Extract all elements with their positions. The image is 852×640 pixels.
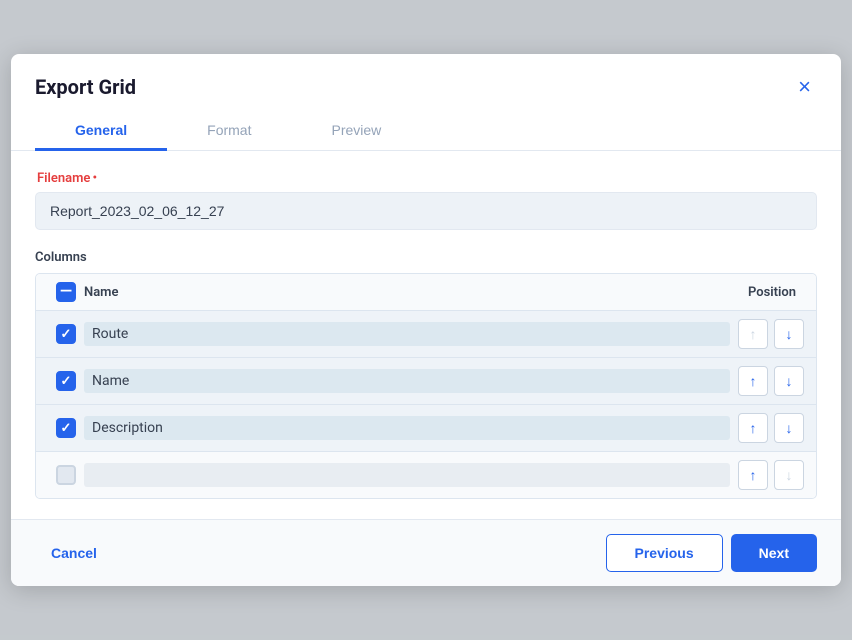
footer-nav: Previous Next	[606, 534, 818, 572]
tab-format[interactable]: Format	[167, 112, 291, 151]
filename-input[interactable]	[35, 192, 817, 230]
cancel-button[interactable]: Cancel	[35, 537, 113, 569]
modal-footer: Cancel Previous Next	[11, 519, 841, 586]
position-btns-empty: ↑ ↓	[738, 460, 804, 490]
modal-overlay: Export Grid × General Format Preview Fil…	[0, 0, 852, 640]
modal-title: Export Grid	[35, 75, 136, 99]
column-name-route: Route	[84, 322, 730, 346]
checkbox-empty-area[interactable]	[48, 465, 84, 485]
tab-bar: General Format Preview	[11, 112, 841, 151]
column-name-header: Name	[84, 285, 704, 300]
checkbox-route[interactable]: ✓	[56, 324, 76, 344]
checkbox-description[interactable]: ✓	[56, 418, 76, 438]
checkbox-empty[interactable]	[56, 465, 76, 485]
down-button-route[interactable]: ↓	[774, 319, 804, 349]
checkbox-name-area[interactable]: ✓	[48, 371, 84, 391]
tab-preview[interactable]: Preview	[291, 112, 421, 151]
column-name-name: Name	[84, 369, 730, 393]
column-position-header: Position	[704, 285, 804, 300]
columns-table: — Name Position ✓ Route	[35, 273, 817, 499]
up-button-route[interactable]: ↑	[738, 319, 768, 349]
next-button[interactable]: Next	[731, 534, 817, 572]
previous-button[interactable]: Previous	[606, 534, 723, 572]
indeterminate-icon: —	[60, 283, 72, 299]
checkbox-route-area[interactable]: ✓	[48, 324, 84, 344]
export-grid-modal: Export Grid × General Format Preview Fil…	[11, 54, 841, 586]
column-name-description: Description	[84, 416, 730, 440]
position-btns-route: ↑ ↓	[738, 319, 804, 349]
close-button[interactable]: ×	[792, 74, 817, 100]
down-button-description[interactable]: ↓	[774, 413, 804, 443]
checkmark-description: ✓	[61, 422, 72, 435]
down-button-empty[interactable]: ↓	[774, 460, 804, 490]
up-button-empty[interactable]: ↑	[738, 460, 768, 490]
column-row-route: ✓ Route ↑ ↓	[36, 311, 816, 358]
modal-body: Filename• Columns — Name Position	[11, 151, 841, 519]
up-button-name[interactable]: ↑	[738, 366, 768, 396]
checkmark-name: ✓	[61, 375, 72, 388]
position-btns-name: ↑ ↓	[738, 366, 804, 396]
checkbox-description-area[interactable]: ✓	[48, 418, 84, 438]
column-name-empty	[84, 463, 730, 487]
columns-label: Columns	[35, 250, 817, 265]
columns-table-header: — Name Position	[36, 274, 816, 311]
position-btns-description: ↑ ↓	[738, 413, 804, 443]
column-row-name-col: ✓ Name ↑ ↓	[36, 358, 816, 405]
checkbox-name[interactable]: ✓	[56, 371, 76, 391]
column-row-description: ✓ Description ↑ ↓	[36, 405, 816, 452]
columns-section: Columns — Name Position	[35, 250, 817, 499]
column-row-empty: ↑ ↓	[36, 452, 816, 498]
checkmark-route: ✓	[61, 328, 72, 341]
select-all-checkbox[interactable]: —	[48, 282, 84, 302]
up-button-description[interactable]: ↑	[738, 413, 768, 443]
header-checkbox[interactable]: —	[56, 282, 76, 302]
filename-label: Filename•	[35, 171, 817, 186]
modal-header: Export Grid ×	[11, 54, 841, 100]
down-button-name[interactable]: ↓	[774, 366, 804, 396]
tab-general[interactable]: General	[35, 112, 167, 151]
